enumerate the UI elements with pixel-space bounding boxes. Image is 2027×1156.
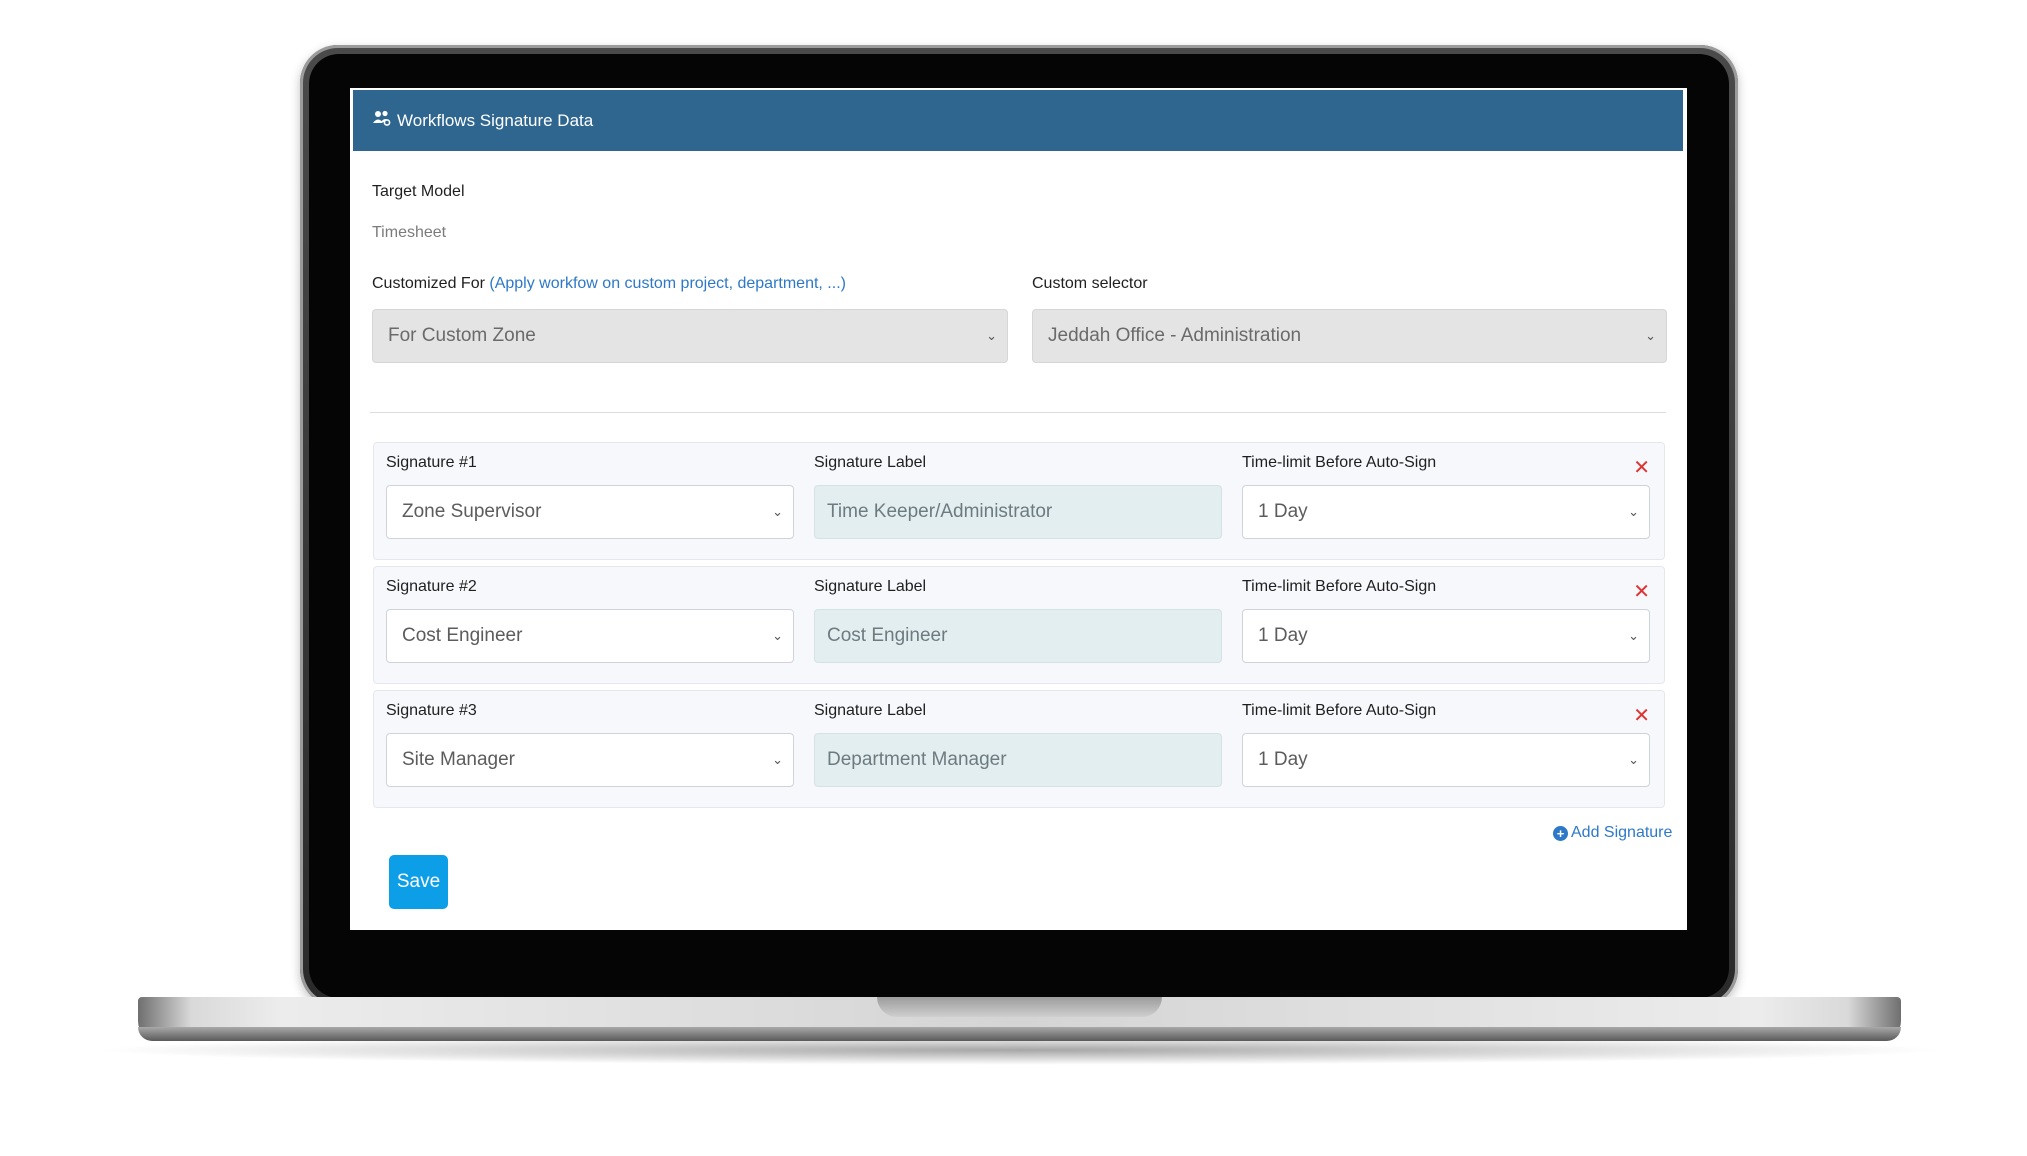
target-model-label: Target Model xyxy=(372,183,465,200)
time-limit-select[interactable]: 1 Day ⌄ xyxy=(1242,733,1650,787)
time-limit-select[interactable]: 1 Day ⌄ xyxy=(1242,609,1650,663)
save-button[interactable]: Save xyxy=(389,855,448,909)
chevron-down-icon: ⌄ xyxy=(1628,504,1639,519)
users-gear-icon xyxy=(373,110,391,131)
signature-select-value: Site Manager xyxy=(402,749,516,770)
laptop-mockup: Workflows Signature Data Target Model Ti… xyxy=(0,0,2027,1156)
signature-label-input[interactable]: Cost Engineer xyxy=(814,609,1222,663)
time-limit-value: 1 Day xyxy=(1258,749,1308,770)
signature-label: Signature #2 xyxy=(386,578,477,595)
laptop-base-lip xyxy=(138,1027,1901,1041)
panel-title: Workflows Signature Data xyxy=(397,110,594,130)
customized-for-label: Customized For (Apply workfow on custom … xyxy=(372,275,846,293)
chevron-down-icon: ⌄ xyxy=(1645,328,1656,343)
signature-label-value: Department Manager xyxy=(827,749,1007,770)
customized-for-value: For Custom Zone xyxy=(388,325,536,346)
app-screen: Workflows Signature Data Target Model Ti… xyxy=(350,88,1687,930)
signature-select-value: Cost Engineer xyxy=(402,625,523,646)
chevron-down-icon: ⌄ xyxy=(1628,628,1639,643)
time-limit-label: Time-limit Before Auto-Sign xyxy=(1242,578,1437,595)
remove-signature-icon[interactable]: ✕ xyxy=(1633,579,1650,604)
laptop-notch xyxy=(877,997,1162,1017)
time-limit-label: Time-limit Before Auto-Sign xyxy=(1242,454,1437,471)
customized-for-title: Customized For xyxy=(372,275,485,292)
chevron-down-icon: ⌄ xyxy=(1628,752,1639,767)
time-limit-value: 1 Day xyxy=(1258,501,1308,522)
plus-circle-icon: + xyxy=(1553,825,1568,841)
custom-selector-value: Jeddah Office - Administration xyxy=(1048,325,1302,346)
chevron-down-icon: ⌄ xyxy=(772,628,783,643)
signature-row-1: Signature #1 Zone Supervisor ⌄ Signature… xyxy=(373,442,1665,560)
chevron-down-icon: ⌄ xyxy=(772,504,783,519)
add-signature-link[interactable]: + Add Signature xyxy=(1553,824,1672,842)
signature-label-input[interactable]: Time Keeper/Administrator xyxy=(814,485,1222,539)
time-limit-label: Time-limit Before Auto-Sign xyxy=(1242,702,1437,719)
target-model-value: Timesheet xyxy=(372,224,447,241)
remove-signature-icon[interactable]: ✕ xyxy=(1633,455,1650,480)
signature-label-input[interactable]: Department Manager xyxy=(814,733,1222,787)
signature-row-3: Signature #3 Site Manager ⌄ Signature La… xyxy=(373,690,1665,808)
signature-label-value: Cost Engineer xyxy=(827,625,948,646)
time-limit-select[interactable]: 1 Day ⌄ xyxy=(1242,485,1650,539)
customized-for-select[interactable]: For Custom Zone ⌄ xyxy=(372,309,1008,363)
section-divider xyxy=(370,412,1666,413)
remove-signature-icon[interactable]: ✕ xyxy=(1633,703,1650,728)
signature-select[interactable]: Zone Supervisor ⌄ xyxy=(386,485,794,539)
signature-select-value: Zone Supervisor xyxy=(402,501,542,522)
customized-for-hint: (Apply workfow on custom project, depart… xyxy=(489,275,846,292)
signature-row-2: Signature #2 Cost Engineer ⌄ Signature L… xyxy=(373,566,1665,684)
signature-label-value: Time Keeper/Administrator xyxy=(827,501,1053,522)
signature-label: Signature #3 xyxy=(386,702,477,719)
signature-label-title: Signature Label xyxy=(814,454,927,471)
signature-label-title: Signature Label xyxy=(814,578,927,595)
panel-header: Workflows Signature Data xyxy=(353,90,1683,151)
signature-select[interactable]: Cost Engineer ⌄ xyxy=(386,609,794,663)
add-signature-label: Add Signature xyxy=(1571,824,1673,841)
custom-selector-label: Custom selector xyxy=(1032,275,1148,292)
chevron-down-icon: ⌄ xyxy=(772,752,783,767)
time-limit-value: 1 Day xyxy=(1258,625,1308,646)
chevron-down-icon: ⌄ xyxy=(986,328,997,343)
custom-selector-select[interactable]: Jeddah Office - Administration ⌄ xyxy=(1032,309,1667,363)
signature-label-title: Signature Label xyxy=(814,702,927,719)
signature-label: Signature #1 xyxy=(386,454,477,471)
signature-select[interactable]: Site Manager ⌄ xyxy=(386,733,794,787)
